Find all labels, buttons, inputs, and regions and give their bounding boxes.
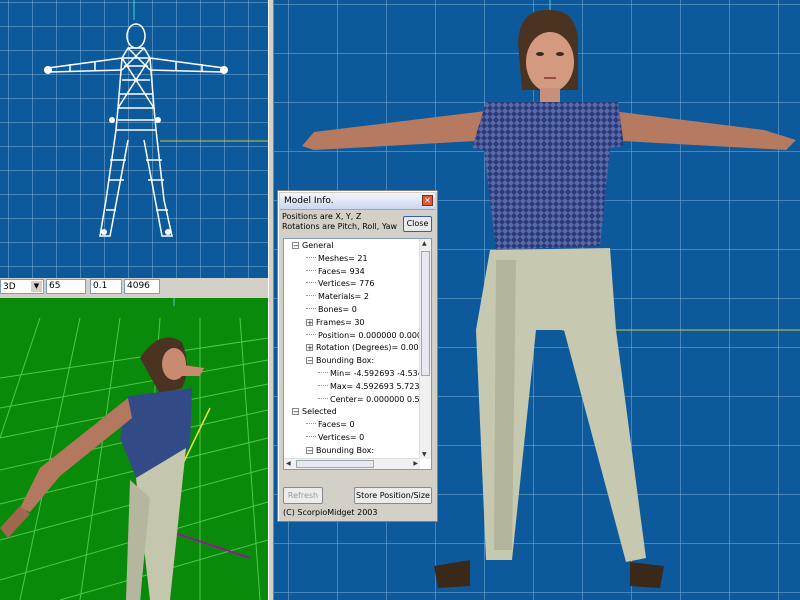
view-mode-select[interactable]: 3D ▼ [0,279,44,294]
far-clip-field[interactable]: 4096 [124,279,160,294]
tree-item[interactable]: Vertices= 776 [306,278,374,290]
expand-icon[interactable]: + [306,318,313,326]
tree-item[interactable]: Min= -4.592693 -4.5348 [318,368,420,380]
coordinate-info: Positions are X, Y, Z Rotations are Pitc… [282,212,397,232]
dialog-title: Model Info. [284,196,334,206]
tree-connector [306,295,316,297]
tree-item-label: Bones= 0 [318,305,357,314]
tree-item-label: Materials= 2 [318,292,370,302]
tree-connector [306,308,316,309]
model-info-tree[interactable]: − General Meshes= 21 Faces= 934 Vertices= 77… [283,238,432,470]
tree-connector [306,333,316,335]
view-mode-value: 3D [3,281,16,292]
collapse-icon[interactable]: − [306,446,313,454]
tree-item-label: Rotation (Degrees)= 0.00000 [316,343,420,353]
fov-field[interactable]: 65 [46,279,86,294]
chevron-down-icon[interactable]: ▼ [31,281,42,292]
close-icon[interactable]: ✕ [422,195,433,206]
scroll-thumb[interactable] [421,251,430,376]
store-position-button[interactable]: Store Position/Size [354,487,432,504]
tree-vertical-scrollbar[interactable]: ▲ ▼ [419,239,431,459]
h-scroll-thumb[interactable] [296,460,374,468]
tree-item-label: Min= -4.592693 -4.5348 [330,369,420,378]
collapse-icon[interactable]: − [292,242,299,250]
perspective-scene [0,298,268,600]
tree-item[interactable]: − Bounding Box: [306,355,374,367]
tree-connector [318,372,328,373]
tree-connector [306,282,316,284]
refresh-button[interactable]: Refresh [283,487,323,504]
tree-item-label: Faces= 0 [318,420,355,430]
tree-rows: − General Meshes= 21 Faces= 934 Vertices= 77… [284,239,420,459]
tree-item[interactable]: Max= 4.592693 5.7236 [318,381,420,393]
tree-item-label: Bounding Box: [316,445,375,455]
tree-item-label: Selected [302,407,337,417]
tree-item-label: Frames= 30 [316,317,365,327]
dialog-titlebar[interactable]: Model Info. ✕ [280,193,435,210]
scroll-right-icon[interactable]: ▶ [413,460,418,467]
tree-item-label: Center= 0.000000 0.59 [330,394,420,404]
tree-item-label: General [302,241,334,250]
tree-item[interactable]: + Frames= 30 [306,317,365,329]
tree-item-label: Meshes= 21 [318,253,368,263]
tree-item-label: Vertices= 0 [318,433,365,442]
collapse-icon[interactable]: − [292,408,299,416]
tree-connector [306,269,316,271]
tree-item[interactable]: Position= 0.000000 0.000000 [306,330,420,342]
tree-item[interactable]: Center= 0.000000 0.59 [318,394,420,406]
tree-item[interactable]: Vertices= 0 [306,432,364,444]
tree-item[interactable]: Meshes= 21 [306,253,368,265]
tree-item[interactable]: Faces= 0 [306,419,355,431]
tree-horizontal-scrollbar[interactable]: ◀ ▶ [284,458,420,469]
scroll-down-icon[interactable]: ▼ [422,451,427,458]
front-wireframe-viewport[interactable] [0,0,268,278]
scroll-left-icon[interactable]: ◀ [286,460,291,467]
tree-item-label: Position= 0.000000 0.000000 [318,330,420,340]
tree-item-label: Max= 4.592693 5.7236 [330,381,420,391]
tree-connector [306,423,316,425]
tree-item-label: Bounding Box: [316,356,375,366]
tree-connector [306,436,316,437]
collapse-icon[interactable]: − [306,357,313,365]
close-button[interactable]: Close [403,216,432,232]
view-toolbar: 3D ▼ 65 0.1 4096 [0,278,268,296]
tree-item[interactable]: − Bounding Box: [306,445,374,457]
tree-item[interactable]: Bones= 0 [306,304,357,316]
tree-item[interactable]: Materials= 2 [306,291,369,303]
tree-item[interactable]: +Rotation (Degrees)= 0.00000 [306,342,420,354]
tree-item[interactable]: − General [292,240,334,252]
tree-connector [306,256,316,258]
tree-item[interactable]: Faces= 934 [306,266,365,278]
near-clip-field[interactable]: 0.1 [90,279,122,294]
perspective-viewport[interactable] [0,298,268,600]
tree-item-label: Faces= 934 [318,266,365,276]
tree-item[interactable]: − Selected [292,406,337,418]
info-positions: Positions are X, Y, Z [282,212,362,221]
tree-connector [318,384,328,386]
tree-connector [318,397,328,399]
model-info-dialog: Model Info. ✕ Positions are X, Y, Z Rota… [277,190,438,522]
copyright-text: (C) ScorpioMidget 2003 [283,508,378,517]
scroll-up-icon[interactable]: ▲ [422,240,427,247]
tree-item-label: Vertices= 776 [318,279,375,289]
expand-icon[interactable]: + [306,344,313,352]
wireframe-model [44,0,268,237]
info-rotations: Rotations are Pitch, Roll, Yaw [282,222,398,231]
